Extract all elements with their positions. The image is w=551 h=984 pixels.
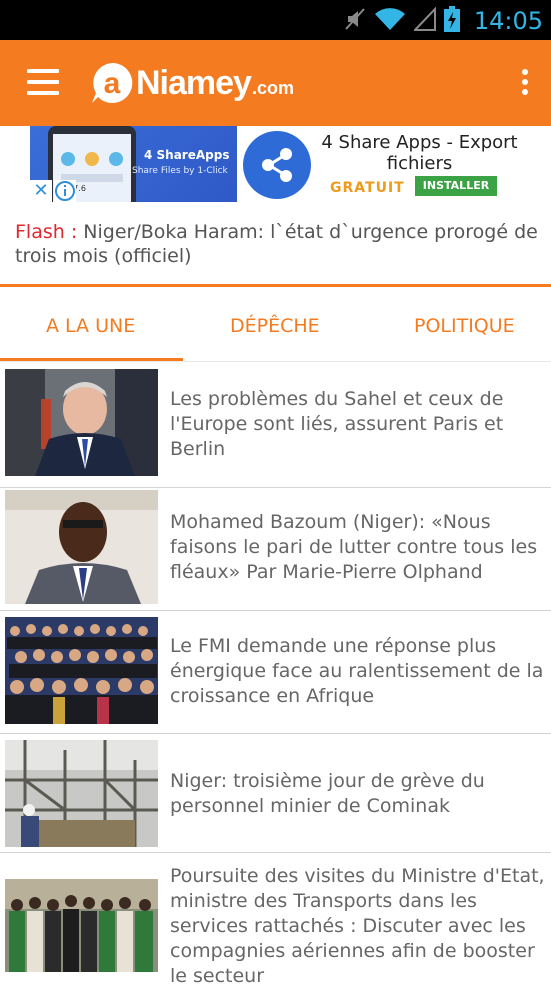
article-separator (0, 733, 551, 734)
article-thumbnail[interactable] (5, 617, 158, 724)
article-thumbnail[interactable] (5, 740, 158, 847)
article-title[interactable]: Niger: troisième jour de grève du person… (170, 769, 546, 819)
ad-price: GRATUIT (330, 180, 405, 196)
article-title[interactable]: Les problèmes du Sahel et ceux de l'Euro… (170, 387, 546, 462)
ad-left-title: 4 ShareApps (144, 148, 230, 162)
ad-install-button[interactable]: INSTALLER (415, 176, 497, 196)
overflow-menu-icon[interactable] (521, 69, 529, 97)
tab-politique[interactable]: POLITIQUE (414, 315, 515, 337)
app-bar: a Niamey .com (0, 40, 551, 126)
logo-suffix: .com (251, 77, 294, 98)
flash-text: Niger/Boka Haram: l`état d`urgence proro… (15, 221, 538, 267)
category-tabs: A LA UNE DÉPÊCHE POLITIQUE (0, 287, 551, 362)
logo-name: Niamey (136, 63, 252, 102)
flash-label: Flash (15, 221, 65, 243)
article-thumbnail[interactable] (5, 369, 158, 476)
niamey-logo-icon: a (92, 62, 133, 103)
status-icons: 14:05 (344, 5, 543, 37)
share-icon (262, 148, 292, 182)
ad-banner[interactable]: 247.6 4 ShareApps Share Files by 1-Click… (30, 126, 522, 202)
ad-close-icon[interactable]: ✕ (30, 180, 52, 202)
flash-news[interactable]: Flash : Niger/Boka Haram: l`état d`urgen… (15, 220, 545, 268)
ad-image[interactable]: 247.6 4 ShareApps Share Files by 1-Click… (30, 126, 237, 202)
article-separator (0, 487, 551, 488)
wifi-icon (374, 7, 406, 36)
svg-text:a: a (104, 67, 121, 100)
article-title[interactable]: Poursuite des visites du Ministre d'Etat… (170, 864, 546, 984)
article-thumbnail[interactable] (5, 490, 158, 604)
status-bar: 14:05 (0, 0, 551, 40)
ad-share-icon-box[interactable] (237, 126, 317, 202)
article-title[interactable]: Mohamed Bazoum (Niger): «Nous faisons le… (170, 510, 546, 585)
article-title[interactable]: Le FMI demande une réponse plus énergiqu… (170, 634, 546, 709)
article-thumbnail[interactable] (5, 879, 158, 972)
tab-depeche[interactable]: DÉPÊCHE (230, 315, 320, 337)
ad-title[interactable]: 4 Share Apps - Export fichiers (317, 132, 522, 174)
flash-separator: : (64, 221, 84, 243)
status-time: 14:05 (473, 7, 543, 35)
tab-a-la-une[interactable]: A LA UNE (46, 315, 135, 337)
article-separator (0, 852, 551, 853)
mute-icon (344, 7, 366, 36)
tabs-divider (0, 361, 551, 362)
ad-left-subtitle: Share Files by 1-Click (132, 166, 228, 176)
ad-info-icon[interactable] (54, 180, 76, 202)
signal-icon (412, 6, 436, 36)
battery-charging-icon (443, 5, 460, 37)
article-separator (0, 610, 551, 611)
hamburger-menu-icon[interactable] (27, 69, 59, 95)
niamey-logo: a Niamey .com (90, 58, 294, 108)
